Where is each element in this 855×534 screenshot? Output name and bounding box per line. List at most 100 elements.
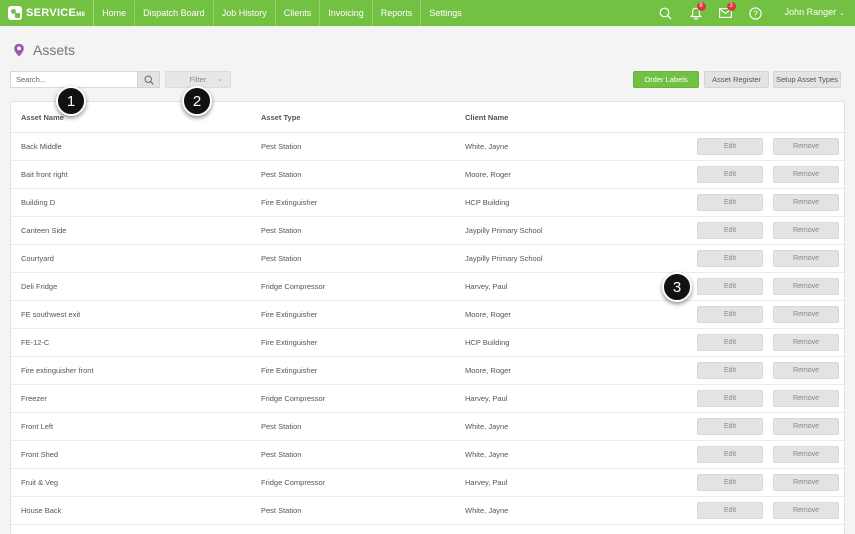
edit-button[interactable]: Edit xyxy=(697,390,763,407)
messages-envelope-icon[interactable]: 3 xyxy=(711,0,741,26)
remove-button[interactable]: Remove xyxy=(773,418,839,435)
asset-type-cell: Fridge Compressor xyxy=(261,478,326,487)
nav-item-job-history[interactable]: Job History xyxy=(212,0,275,26)
client-name-cell: Harvey, Paul xyxy=(465,394,508,403)
remove-button[interactable]: Remove xyxy=(773,138,839,155)
table-row: Front Shed Pest Station White, Jayne Edit Re… xyxy=(11,441,844,469)
asset-name-cell[interactable]: House Back xyxy=(21,497,61,525)
help-icon[interactable]: ? xyxy=(741,0,771,26)
brand-logo[interactable]: SERVICEM8 xyxy=(0,0,93,26)
search-bar xyxy=(10,71,160,88)
client-name-cell: Jaypilly Primary School xyxy=(465,254,543,263)
asset-name-cell[interactable]: Front Left xyxy=(21,413,53,441)
remove-button[interactable]: Remove xyxy=(773,390,839,407)
remove-button[interactable]: Remove xyxy=(773,362,839,379)
nav-item-invoicing[interactable]: Invoicing xyxy=(319,0,372,26)
remove-button[interactable]: Remove xyxy=(773,502,839,519)
asset-type-cell: Pest Station xyxy=(261,142,302,151)
search-button[interactable] xyxy=(137,71,160,88)
edit-button[interactable]: Edit xyxy=(697,306,763,323)
table-row: Back Middle Pest Station White, Jayne Edit R… xyxy=(11,133,844,161)
setup-asset-types-button[interactable]: Setup Asset Types xyxy=(773,71,841,88)
top-navigation-bar: SERVICEM8 Home Dispatch Board Job Histor… xyxy=(0,0,855,26)
asset-register-button[interactable]: Asset Register xyxy=(704,71,769,88)
notifications-bell-icon[interactable]: 8 xyxy=(681,0,711,26)
column-header-asset-type[interactable]: Asset Type xyxy=(261,113,300,122)
remove-button[interactable]: Remove xyxy=(773,194,839,211)
client-name-cell: White, Jayne xyxy=(465,506,509,515)
order-labels-button[interactable]: Order Labels xyxy=(633,71,699,88)
remove-button[interactable]: Remove xyxy=(773,306,839,323)
callout-marker-2: 2 xyxy=(182,86,212,116)
asset-name-cell[interactable]: Courtyard xyxy=(21,245,54,273)
client-name-cell: Harvey, Paul xyxy=(465,282,508,291)
edit-button[interactable]: Edit xyxy=(697,166,763,183)
asset-name-cell[interactable]: Canteen Side xyxy=(21,217,66,245)
search-icon[interactable] xyxy=(651,0,681,26)
nav-item-clients[interactable]: Clients xyxy=(274,0,320,26)
callout-marker-3: 3 xyxy=(662,272,692,302)
nav-item-settings[interactable]: Settings xyxy=(420,0,470,26)
nav-item-dispatch-board[interactable]: Dispatch Board xyxy=(134,0,213,26)
chevron-down-icon: ⌄ xyxy=(217,76,223,83)
edit-button[interactable]: Edit xyxy=(697,250,763,267)
client-name-cell: White, Jayne xyxy=(465,422,509,431)
table-row: Freezer Fridge Compressor Harvey, Paul Edit… xyxy=(11,385,844,413)
asset-type-cell: Fridge Compressor xyxy=(261,282,326,291)
remove-button[interactable]: Remove xyxy=(773,250,839,267)
asset-type-cell: Fire Extinguisher xyxy=(261,338,318,347)
remove-button[interactable]: Remove xyxy=(773,446,839,463)
column-header-asset-name[interactable]: Asset Name xyxy=(21,113,64,122)
chevron-down-icon: ⌄ xyxy=(839,10,845,17)
asset-type-cell: Pest Station xyxy=(261,422,302,431)
table-row: Building D Fire Extinguisher HCP Building E… xyxy=(11,189,844,217)
nav-item-home[interactable]: Home xyxy=(93,0,134,26)
asset-name-cell[interactable]: Fruit & Veg xyxy=(21,469,58,497)
asset-name-cell[interactable]: Front Shed xyxy=(21,441,58,469)
asset-name-cell[interactable]: Fire extinguisher front xyxy=(21,357,94,385)
user-name: John Ranger xyxy=(784,7,837,17)
edit-button[interactable]: Edit xyxy=(697,334,763,351)
table-header: Asset Name Asset Type Client Name xyxy=(11,102,844,133)
remove-button[interactable]: Remove xyxy=(773,474,839,491)
notifications-badge: 8 xyxy=(696,2,706,11)
asset-name-cell[interactable]: Deli Fridge xyxy=(21,273,57,301)
nav-item-reports[interactable]: Reports xyxy=(371,0,421,26)
edit-button[interactable]: Edit xyxy=(697,446,763,463)
filter-label: Filter xyxy=(189,75,207,84)
client-name-cell: Moore, Roger xyxy=(465,310,511,319)
page-header: Assets xyxy=(13,42,75,58)
remove-button[interactable]: Remove xyxy=(773,278,839,295)
asset-name-cell[interactable]: Building D xyxy=(21,189,55,217)
edit-button[interactable]: Edit xyxy=(697,278,763,295)
remove-button[interactable]: Remove xyxy=(773,166,839,183)
edit-button[interactable]: Edit xyxy=(697,194,763,211)
asset-type-cell: Fire Extinguisher xyxy=(261,310,318,319)
asset-name-cell[interactable]: FE southwest exit xyxy=(21,301,80,329)
callout-marker-1: 1 xyxy=(56,86,86,116)
column-header-client-name[interactable]: Client Name xyxy=(465,113,508,122)
table-row: House Back Pest Station White, Jayne Edit Re… xyxy=(11,497,844,525)
edit-button[interactable]: Edit xyxy=(697,502,763,519)
asset-name-cell[interactable]: Bait front right xyxy=(21,161,68,189)
client-name-cell: Jaypilly Primary School xyxy=(465,226,543,235)
client-name-cell: White, Jayne xyxy=(465,142,509,151)
remove-button[interactable]: Remove xyxy=(773,222,839,239)
asset-name-cell[interactable]: Freezer xyxy=(21,385,47,413)
edit-button[interactable]: Edit xyxy=(697,418,763,435)
table-row: Courtyard Pest Station Jaypilly Primary Sc… xyxy=(11,245,844,273)
edit-button[interactable]: Edit xyxy=(697,362,763,379)
edit-button[interactable]: Edit xyxy=(697,138,763,155)
assets-table: Asset Name Asset Type Client Name Back M… xyxy=(10,101,845,534)
user-menu[interactable]: John Ranger ⌄ xyxy=(771,0,855,27)
table-row: Bait front right Pest Station Moore, Roger… xyxy=(11,161,844,189)
edit-button[interactable]: Edit xyxy=(697,222,763,239)
asset-name-cell[interactable]: FE-12-C xyxy=(21,329,49,357)
remove-button[interactable]: Remove xyxy=(773,334,839,351)
asset-type-cell: Fire Extinguisher xyxy=(261,198,318,207)
svg-text:?: ? xyxy=(753,9,758,18)
asset-type-cell: Pest Station xyxy=(261,170,302,179)
asset-name-cell[interactable]: Back Middle xyxy=(21,133,62,161)
edit-button[interactable]: Edit xyxy=(697,474,763,491)
page-title: Assets xyxy=(33,42,76,58)
